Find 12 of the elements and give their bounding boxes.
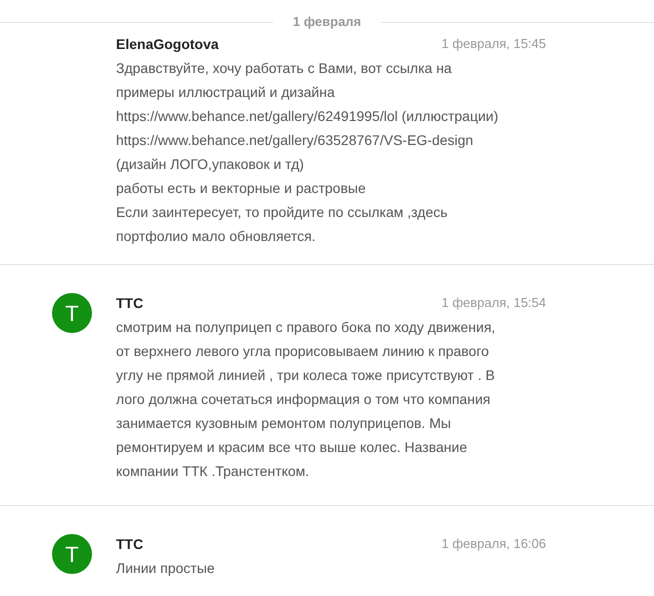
- avatar: T: [52, 293, 92, 333]
- message-time: 1 февраля, 15:45: [441, 35, 546, 54]
- date-divider: 1 февраля: [292, 13, 362, 32]
- author-name: TTC: [116, 534, 144, 554]
- message-time: 1 февраля, 15:54: [441, 294, 546, 312]
- message-time: 1 февраля, 16:06: [441, 535, 546, 554]
- message-text: смотрим на полуприцеп с правого бока по ходу движения, от верхнего левого угла прорисовываем линию к правого углу не прямой линией , три колеса тоже присутствуют . В лого должна сочетаться информация о том что компания занимается кузовным ремонтом полуприцепов. Мы ремонтируем и красим все что выше колес. Название компании ТТК .Транстентком.: [116, 318, 496, 481]
- author-name: TTC: [116, 294, 144, 312]
- message-text: Линии простые: [116, 559, 216, 578]
- avatar: T: [52, 534, 92, 574]
- author-name: ElenaGogotova: [116, 34, 219, 54]
- message-text: Здравствуйте, хочу работать с Вами, вот ссылка на примеры иллюстраций и дизайна https://www.behance.net/gallery/62491995/lol (иллюстрации) https://www.behance.net/gallery/63528767/VS-EG-design (дизайн ЛОГО,упаковок и тд) работы есть и векторные и растровые Если заинтересует, то пройдите по ссылкам ,здесь портфолио мало обновляется.: [116, 59, 500, 246]
